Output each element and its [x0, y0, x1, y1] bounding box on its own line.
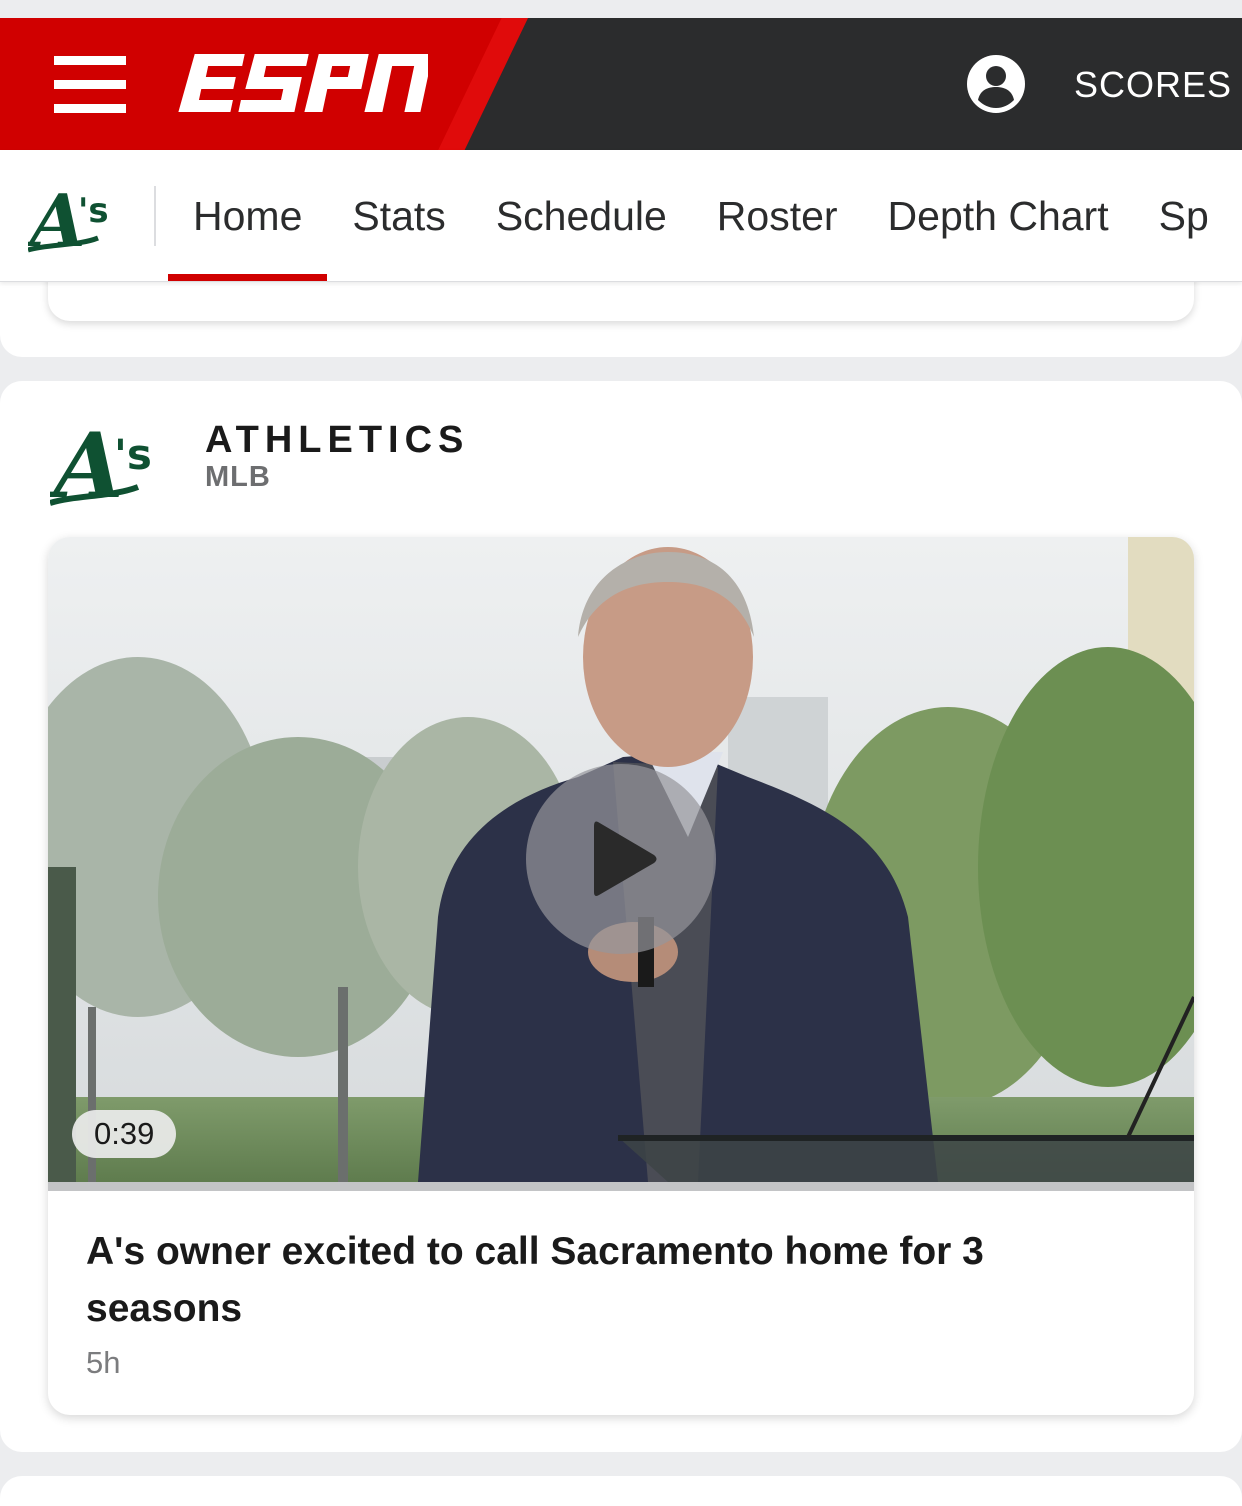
svg-text:'s: 's	[78, 191, 109, 231]
svg-text:'s: 's	[114, 430, 152, 479]
tab-roster[interactable]: Roster	[692, 150, 863, 281]
team-nav: A 's Home Stats Schedule Roster Depth Ch…	[0, 150, 1242, 282]
next-section-top	[0, 1476, 1242, 1506]
espn-logo[interactable]	[178, 48, 428, 118]
team-tabs: Home Stats Schedule Roster Depth Chart S…	[168, 150, 1234, 281]
tab-sp-truncated[interactable]: Sp	[1134, 150, 1234, 281]
tab-depth-chart[interactable]: Depth Chart	[863, 150, 1134, 281]
athletics-logo[interactable]: A 's	[28, 176, 124, 260]
athletics-logo[interactable]: A 's	[50, 411, 170, 511]
scores-link[interactable]: SCORES	[1074, 64, 1232, 106]
video-card[interactable]: 0:39 A's owner excited to call Sacrament…	[48, 537, 1194, 1415]
team-feed-section: A 's ATHLETICS MLB 0:39 A's owner excite…	[0, 381, 1242, 1452]
menu-icon[interactable]	[54, 56, 126, 114]
tab-schedule[interactable]: Schedule	[471, 150, 692, 281]
profile-icon[interactable]	[966, 54, 1026, 114]
video-headline[interactable]: A's owner excited to call Sacramento hom…	[86, 1223, 1146, 1337]
play-icon	[594, 821, 657, 896]
team-name: ATHLETICS	[205, 419, 470, 461]
timestamp: 5h	[86, 1345, 121, 1380]
league-label: MLB	[205, 461, 271, 493]
top-bar: SCORES	[0, 18, 1242, 150]
video-thumbnail[interactable]: 0:39	[48, 537, 1194, 1182]
tab-home[interactable]: Home	[168, 150, 328, 281]
tab-stats[interactable]: Stats	[327, 150, 470, 281]
nav-divider	[154, 186, 156, 246]
video-progress-bar	[48, 1182, 1194, 1191]
play-button[interactable]	[526, 764, 716, 954]
video-duration-badge: 0:39	[72, 1110, 177, 1158]
